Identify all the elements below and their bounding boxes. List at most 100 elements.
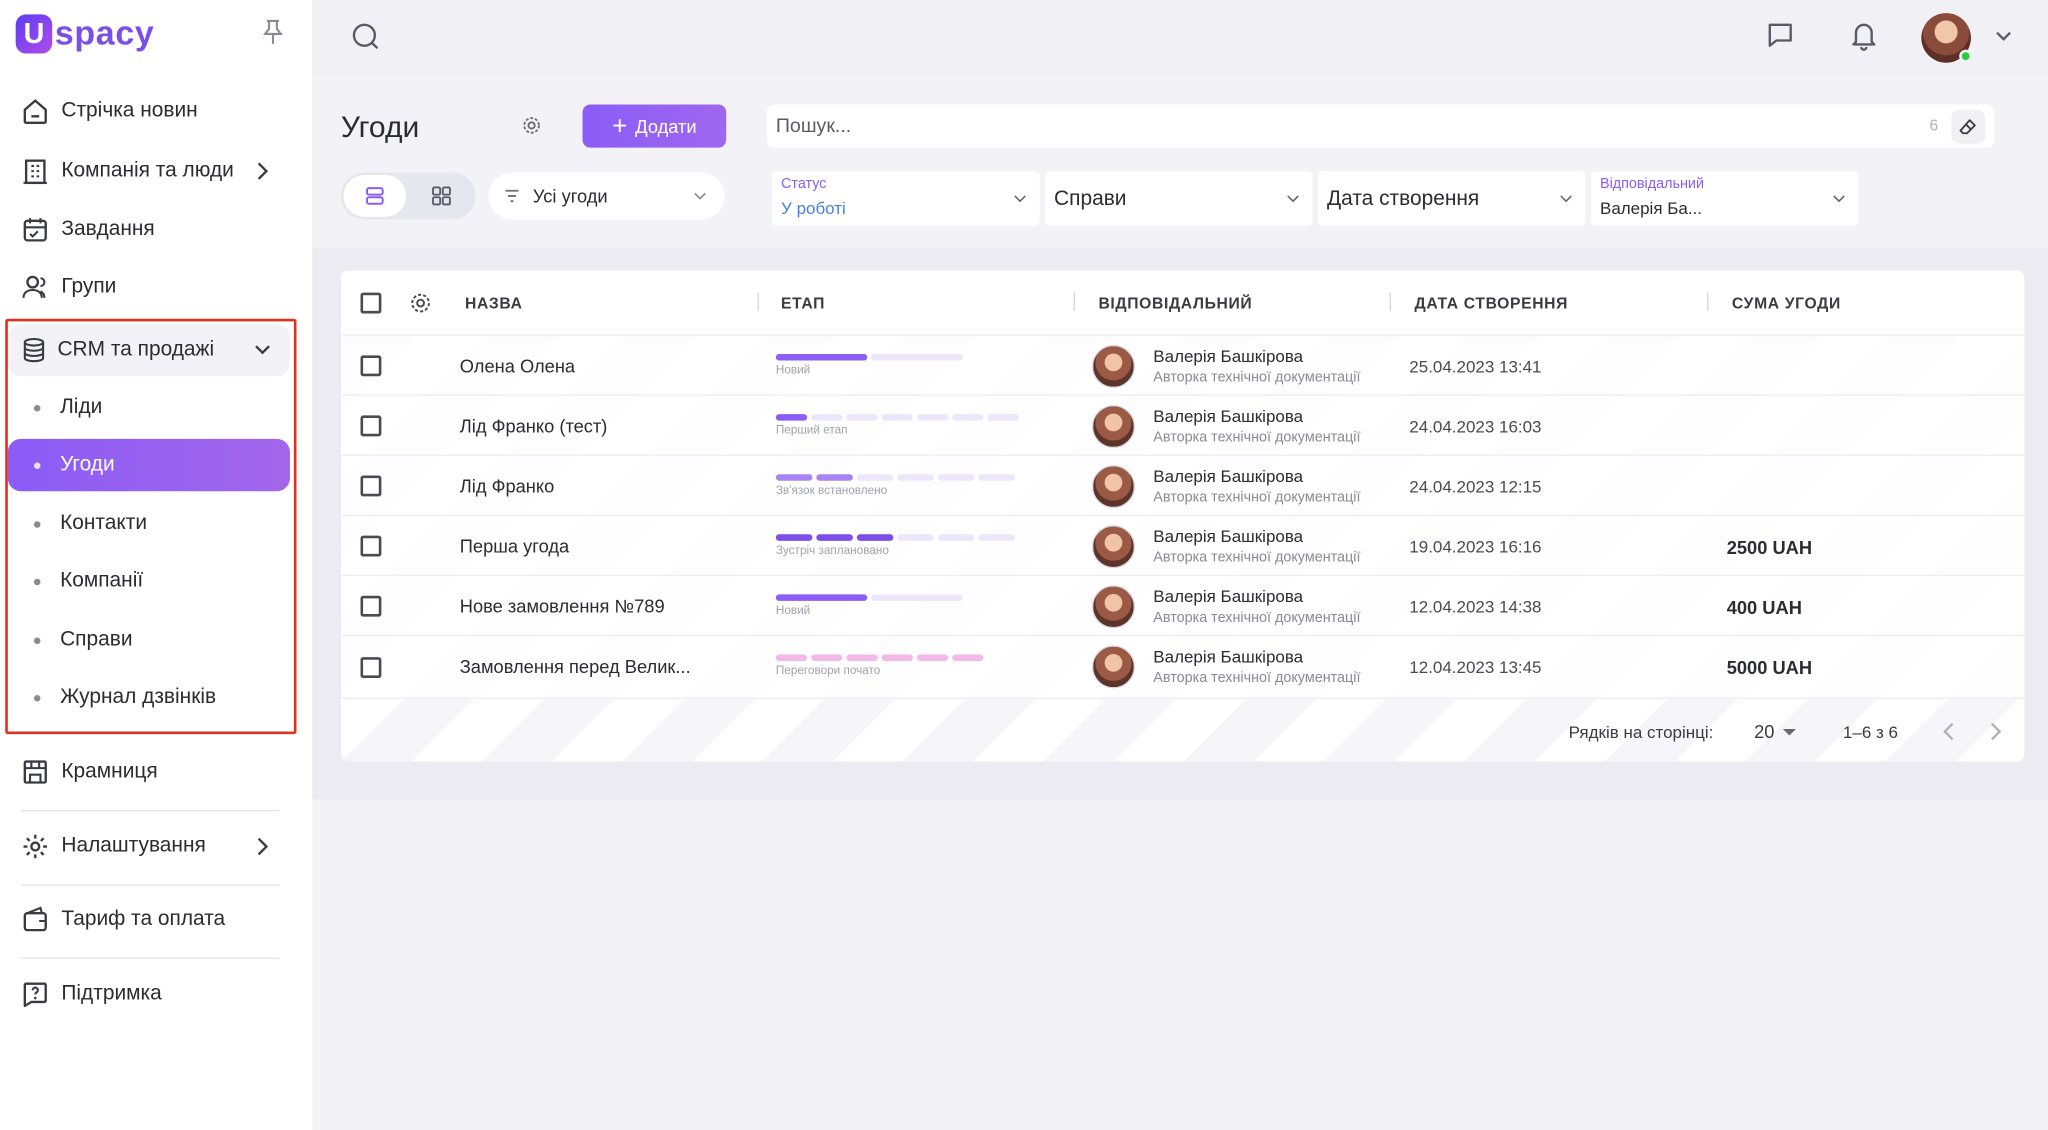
chevron-down-icon bbox=[1560, 195, 1572, 203]
column-separator[interactable] bbox=[1389, 292, 1392, 311]
stage-indicator: Зустріч заплановано bbox=[775, 534, 1015, 557]
add-deal-button[interactable]: + Додати bbox=[582, 104, 727, 148]
avatar bbox=[1091, 404, 1136, 449]
row-checkbox[interactable] bbox=[360, 595, 382, 617]
deal-sum: 5000 UAH bbox=[1726, 657, 1813, 679]
deal-name[interactable]: Перша угода bbox=[460, 536, 569, 557]
add-button-label: Додати bbox=[635, 115, 697, 137]
column-separator[interactable] bbox=[1073, 292, 1075, 311]
column-header-sum[interactable]: СУМА УГОДИ bbox=[1732, 294, 1841, 312]
column-header-responsible[interactable]: ВІДПОВІДАЛЬНИЙ bbox=[1098, 294, 1252, 312]
chat-icon[interactable] bbox=[1766, 21, 1795, 50]
table-row[interactable]: Олена Олена Новий Валерія Башкірова Автор… bbox=[340, 335, 2025, 396]
chevron-left-icon[interactable] bbox=[1940, 721, 1958, 742]
store-icon bbox=[23, 760, 47, 784]
deal-name[interactable]: Олена Олена bbox=[460, 355, 575, 376]
select-all-checkbox[interactable] bbox=[360, 292, 382, 314]
content-bottom bbox=[312, 799, 2048, 1130]
calendar-icon bbox=[23, 218, 47, 242]
stage-label: Зв'язок встановлено bbox=[775, 483, 888, 497]
chevron-down-icon[interactable] bbox=[1994, 29, 2012, 45]
row-checkbox[interactable] bbox=[360, 415, 382, 437]
sidebar-item-settings[interactable]: Налаштування bbox=[21, 828, 269, 865]
created-date-filter[interactable]: Дата створення bbox=[1317, 171, 1586, 227]
table-row[interactable]: Лід Франко Зв'язок встановлено Валерія Б… bbox=[340, 455, 2025, 517]
logo[interactable]: U spacy bbox=[15, 13, 155, 53]
filter-icon bbox=[505, 189, 519, 203]
stage-label: Перший етап bbox=[775, 423, 848, 437]
sidebar-item-billing[interactable]: Тариф та оплата bbox=[21, 901, 225, 938]
page-title: Угоди bbox=[340, 109, 420, 144]
stage-label: Новий bbox=[775, 363, 811, 377]
deal-name[interactable]: Замовлення перед Велик... bbox=[460, 656, 691, 677]
chevron-down-icon bbox=[1833, 195, 1845, 203]
caret-down-icon[interactable] bbox=[1782, 728, 1796, 736]
rows-per-page-select[interactable]: 20 bbox=[1754, 721, 1774, 742]
table-row[interactable]: Перша угода Зустріч заплановано Валерія … bbox=[340, 516, 2025, 577]
divider bbox=[20, 884, 280, 886]
cases-filter-label: Справи bbox=[1054, 188, 1127, 211]
column-header-created[interactable]: ДАТА СТВОРЕННЯ bbox=[1415, 294, 1569, 312]
bell-icon[interactable] bbox=[1849, 20, 1878, 51]
deal-sum: 2500 UAH bbox=[1726, 536, 1813, 558]
chevron-right-icon[interactable] bbox=[1987, 721, 2005, 742]
table-row[interactable]: Лід Франко (тест) Перший етап Валерія Ба… bbox=[340, 395, 2025, 456]
responsible-filter-label: Відповідальний bbox=[1599, 176, 1704, 193]
row-checkbox[interactable] bbox=[360, 355, 382, 377]
sidebar: U spacy Стрічка новин Компанія та люди З… bbox=[0, 0, 313, 1130]
sidebar-item-groups[interactable]: Групи bbox=[21, 269, 116, 306]
responsible-role: Авторка технічної документації bbox=[1153, 369, 1361, 386]
logo-mark: U bbox=[15, 13, 53, 53]
search-input[interactable] bbox=[775, 114, 1900, 138]
online-status bbox=[1959, 49, 1973, 63]
gear-icon bbox=[23, 834, 48, 859]
sidebar-item-news[interactable]: Стрічка новин bbox=[21, 93, 198, 130]
responsible-role: Авторка технічної документації bbox=[1153, 610, 1361, 626]
deal-name[interactable]: Лід Франко bbox=[460, 476, 555, 497]
status-filter[interactable]: Статус У роботі bbox=[771, 171, 1040, 227]
grid-view-button[interactable] bbox=[410, 175, 473, 217]
users-icon bbox=[22, 275, 46, 298]
deals-filter-select[interactable]: Усі угоди bbox=[488, 172, 725, 220]
search-icon[interactable] bbox=[351, 22, 380, 51]
created-date-filter-label: Дата створення bbox=[1327, 188, 1480, 211]
gear-icon[interactable] bbox=[521, 115, 542, 136]
table-row[interactable]: Замовлення перед Велик... Переговори поч… bbox=[340, 636, 2025, 699]
responsible-name: Валерія Башкірова bbox=[1153, 466, 1304, 486]
row-checkbox[interactable] bbox=[360, 475, 382, 497]
stage-label: Зустріч заплановано bbox=[775, 543, 889, 557]
table-row[interactable]: Нове замовлення №789 Новий Валерія Башкі… bbox=[340, 576, 2025, 637]
deal-name[interactable]: Лід Франко (тест) bbox=[460, 415, 608, 436]
column-separator[interactable] bbox=[757, 292, 759, 311]
divider bbox=[20, 957, 280, 959]
created-date: 12.04.2023 13:45 bbox=[1409, 657, 1542, 677]
responsible-role: Авторка технічної документації bbox=[1153, 670, 1361, 686]
sidebar-item-company[interactable]: Компанія та люди bbox=[21, 153, 269, 190]
list-view-button[interactable] bbox=[343, 175, 407, 217]
column-separator[interactable] bbox=[1707, 292, 1709, 311]
column-header-stage[interactable]: ЕТАП bbox=[781, 294, 825, 312]
clear-search-button[interactable] bbox=[1951, 109, 1986, 144]
sidebar-item-tasks[interactable]: Завдання bbox=[21, 212, 155, 249]
deal-name[interactable]: Нове замовлення №789 bbox=[460, 596, 665, 617]
responsible-name: Валерія Башкірова bbox=[1153, 586, 1304, 607]
user-avatar[interactable] bbox=[1921, 13, 1973, 63]
table-pagination: Рядків на сторінці: 20 1–6 з 6 bbox=[341, 702, 2025, 762]
home-icon bbox=[23, 99, 47, 124]
row-checkbox[interactable] bbox=[360, 657, 382, 679]
table-header: НАЗВА ЕТАП ВІДПОВІДАЛЬНИЙ ДАТА СТВОРЕННЯ… bbox=[340, 270, 2025, 336]
stage-label: Новий bbox=[775, 603, 811, 617]
search-count: 6 bbox=[1929, 116, 1939, 135]
responsible-filter[interactable]: Відповідальний Валерія Ба... bbox=[1590, 171, 1859, 227]
created-date: 25.04.2023 13:41 bbox=[1409, 356, 1542, 377]
deal-sum: 400 UAH bbox=[1726, 597, 1802, 618]
cases-filter[interactable]: Справи bbox=[1044, 171, 1313, 227]
sidebar-item-support[interactable]: Підтримка bbox=[21, 976, 162, 1013]
row-checkbox[interactable] bbox=[360, 535, 382, 557]
sidebar-item-store[interactable]: Крамниця bbox=[21, 754, 158, 791]
pin-icon[interactable] bbox=[261, 18, 285, 45]
column-header-name[interactable]: НАЗВА bbox=[465, 294, 523, 312]
deals-table: НАЗВА ЕТАП ВІДПОВІДАЛЬНИЙ ДАТА СТВОРЕННЯ… bbox=[340, 270, 2025, 762]
gear-icon[interactable] bbox=[409, 291, 433, 315]
sidebar-item-label: Завдання bbox=[61, 218, 155, 241]
